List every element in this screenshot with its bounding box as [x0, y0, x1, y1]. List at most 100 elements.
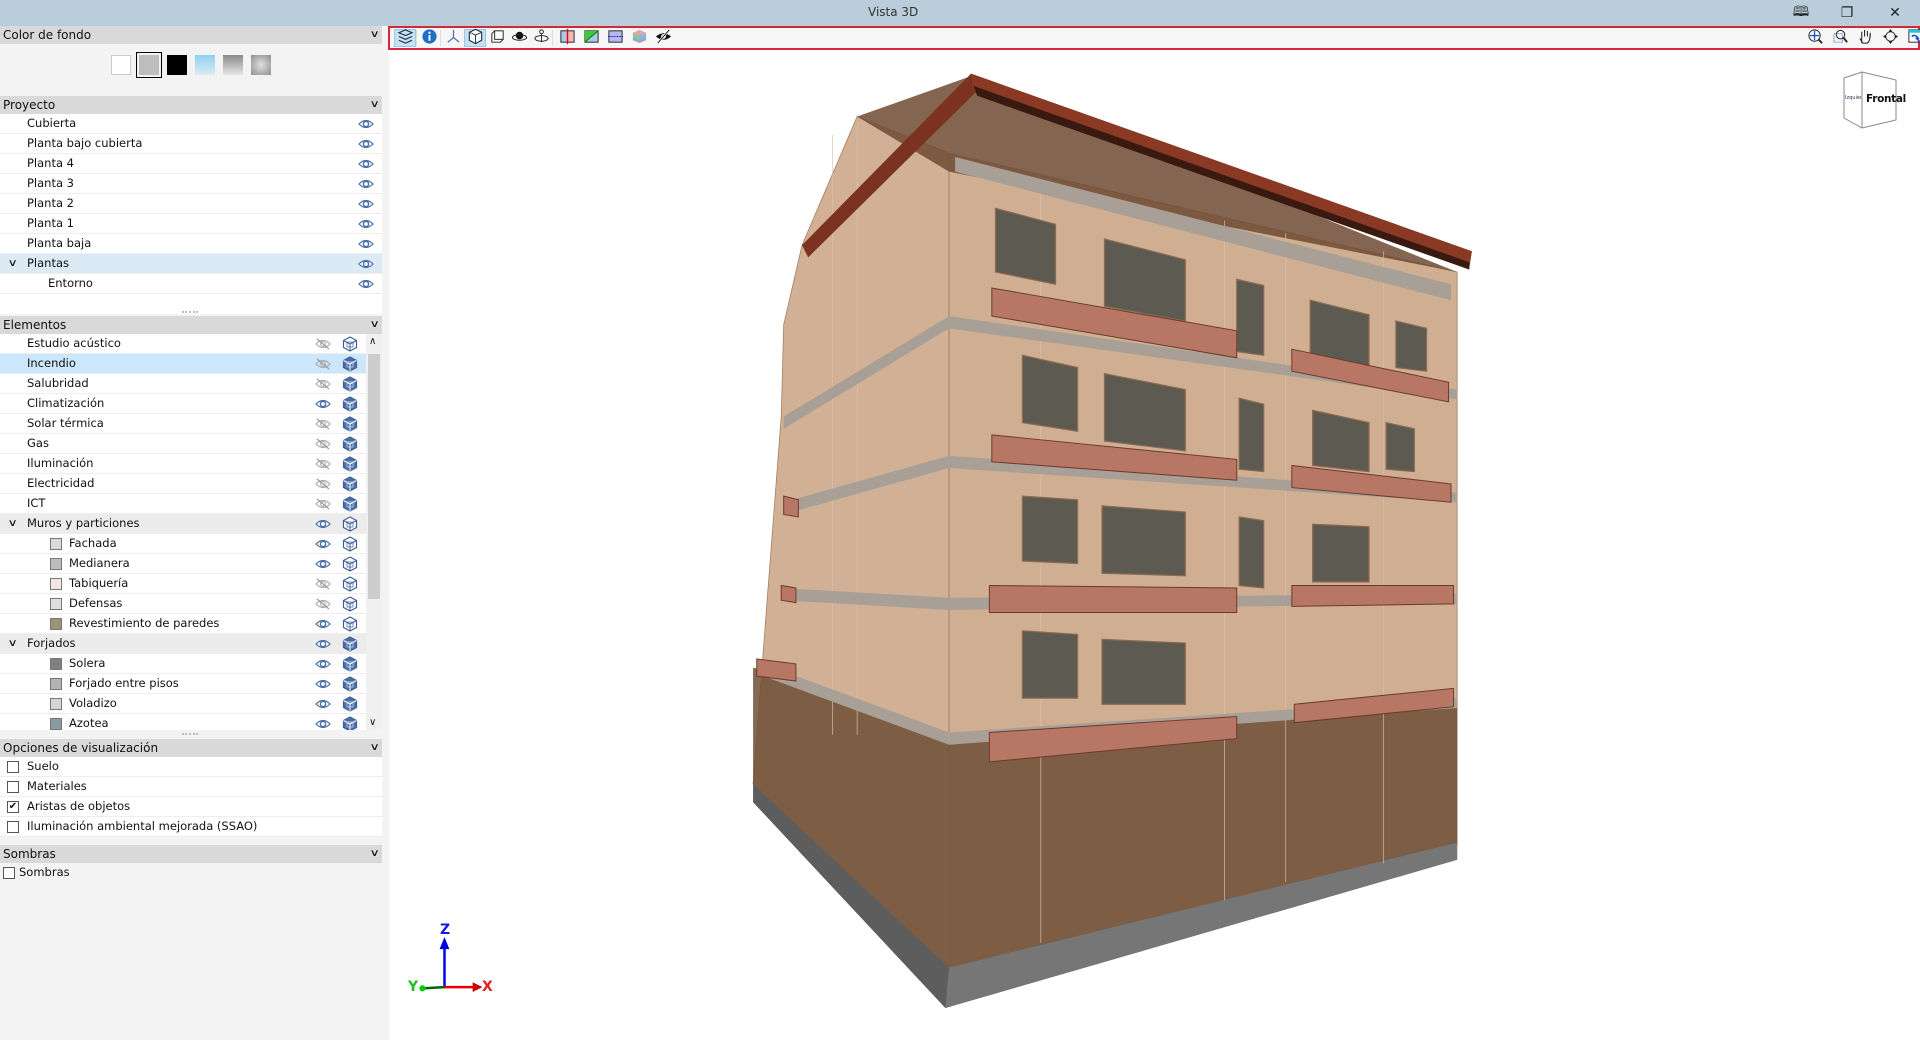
hide-button[interactable] [652, 29, 674, 47]
section-sombras[interactable]: Sombras ∨ [0, 845, 382, 863]
eye-icon[interactable] [315, 657, 331, 670]
cube-icon[interactable] [342, 556, 358, 572]
project-item-entorno[interactable]: Entorno [0, 274, 382, 294]
splitter-handle[interactable] [182, 311, 198, 315]
eye-icon[interactable] [315, 397, 331, 410]
option-sombras[interactable]: Sombras [0, 863, 382, 883]
eye-icon[interactable] [358, 277, 374, 290]
orbit-axis-button[interactable] [530, 29, 552, 47]
swatch-gray[interactable] [137, 53, 161, 77]
element-item-solera[interactable]: Solera [0, 654, 366, 674]
element-item-electricidad[interactable]: Electricidad [0, 474, 366, 494]
chevron-down-icon[interactable]: ∨ [369, 845, 379, 863]
cube-icon[interactable] [342, 576, 358, 592]
cube-icon[interactable] [342, 536, 358, 552]
element-item-forjados[interactable]: ∨ Forjados [0, 634, 366, 654]
chevron-down-icon[interactable]: ∨ [369, 96, 379, 114]
section-opciones[interactable]: Opciones de visualización ∨ [0, 739, 382, 757]
orbit-button[interactable] [1879, 28, 1901, 47]
scroll-down-icon[interactable]: ∨ [369, 717, 376, 728]
scrollbar-thumb[interactable] [368, 354, 380, 599]
eye-slash-icon[interactable] [315, 437, 331, 450]
eye-icon[interactable] [358, 177, 374, 190]
element-item-tabiqueria[interactable]: Tabiquería [0, 574, 366, 594]
cube-icon[interactable] [342, 396, 358, 412]
cube-icon[interactable] [342, 616, 358, 632]
element-item-climatizacion[interactable]: Climatización [0, 394, 366, 414]
swatch-white[interactable] [111, 55, 131, 75]
option-iluminacion-ambiental-mejorada-ssao[interactable]: Iluminación ambiental mejorada (SSAO) [0, 817, 382, 837]
zoom-window-button[interactable] [1829, 29, 1851, 47]
project-item-planta-3[interactable]: Planta 3 [0, 174, 382, 194]
project-item-planta-baja[interactable]: Planta baja [0, 234, 382, 254]
cube-icon[interactable] [342, 716, 358, 730]
checkbox[interactable] [7, 821, 19, 833]
zoom-extents-button[interactable] [1804, 29, 1826, 47]
checkbox[interactable] [3, 867, 15, 879]
cube-icon[interactable] [342, 656, 358, 672]
eye-slash-icon[interactable] [315, 457, 331, 470]
eye-slash-icon[interactable] [315, 357, 331, 370]
orbit-object-button[interactable] [508, 29, 530, 47]
eye-icon[interactable] [315, 537, 331, 550]
swatch-radial-gradient[interactable] [251, 55, 271, 75]
option-suelo[interactable]: Suelo [0, 757, 382, 777]
eye-icon[interactable] [315, 697, 331, 710]
section-horizontal-button[interactable] [604, 29, 626, 47]
cube-icon[interactable] [342, 676, 358, 692]
eye-icon[interactable] [315, 677, 331, 690]
section-elementos[interactable]: Elementos ∨ [0, 316, 382, 334]
project-item-planta-4[interactable]: Planta 4 [0, 154, 382, 174]
cube-icon[interactable] [342, 416, 358, 432]
eye-icon[interactable] [315, 717, 331, 730]
eye-icon[interactable] [358, 237, 374, 250]
box-rotate-button[interactable] [486, 29, 508, 47]
eye-icon[interactable] [315, 557, 331, 570]
splitter-handle[interactable] [182, 733, 198, 737]
element-item-medianera[interactable]: Medianera [0, 554, 366, 574]
element-item-azotea[interactable]: Azotea [0, 714, 366, 730]
option-materiales[interactable]: Materiales [0, 777, 382, 797]
checkbox[interactable] [7, 761, 19, 773]
element-item-solar-termica[interactable]: Solar térmica [0, 414, 366, 434]
eye-icon[interactable] [315, 637, 331, 650]
3d-viewport[interactable] [390, 50, 1920, 1040]
restore-icon[interactable]: ❐ [1834, 3, 1860, 23]
eye-icon[interactable] [358, 157, 374, 170]
eye-slash-icon[interactable] [315, 377, 331, 390]
element-item-muros-y-particiones[interactable]: ∨ Muros y particiones [0, 514, 366, 534]
chevron-down-icon[interactable]: ∨ [8, 254, 18, 273]
navigation-cube[interactable]: Frontal Izquierda [1840, 70, 1906, 130]
cube-icon[interactable] [342, 596, 358, 612]
swatch-sky-gradient[interactable] [195, 55, 215, 75]
project-item-cubierta[interactable]: Cubierta [0, 114, 382, 134]
cube-icon[interactable] [342, 496, 358, 512]
layers-button[interactable] [394, 29, 416, 47]
cube-icon[interactable] [342, 336, 358, 352]
cube-icon[interactable] [342, 376, 358, 392]
scroll-up-icon[interactable]: ∧ [369, 336, 376, 347]
section-diagonal-button[interactable] [580, 29, 602, 47]
element-item-ict[interactable]: ICT [0, 494, 366, 514]
project-item-planta-2[interactable]: Planta 2 [0, 194, 382, 214]
chevron-down-icon[interactable]: ∨ [369, 316, 379, 334]
eye-icon[interactable] [358, 117, 374, 130]
section-proyecto[interactable]: Proyecto ∨ [0, 96, 382, 114]
cube-icon[interactable] [342, 456, 358, 472]
project-item-planta-bajo-cubierta[interactable]: Planta bajo cubierta [0, 134, 382, 154]
section-x-button[interactable] [556, 28, 578, 47]
eye-slash-icon[interactable] [315, 577, 331, 590]
eye-icon[interactable] [358, 197, 374, 210]
eye-slash-icon[interactable] [315, 417, 331, 430]
element-item-voladizo[interactable]: Voladizo [0, 694, 366, 714]
eye-icon[interactable] [358, 137, 374, 150]
cube-icon[interactable] [342, 476, 358, 492]
elements-scrollbar[interactable]: ∧ ∨ [366, 334, 382, 730]
element-item-fachada[interactable]: Fachada [0, 534, 366, 554]
option-aristas-de-objetos[interactable]: ✔ Aristas de objetos [0, 797, 382, 817]
pan-button[interactable] [1854, 29, 1876, 47]
eye-icon[interactable] [315, 517, 331, 530]
chevron-down-icon[interactable]: ∨ [369, 739, 379, 757]
eye-slash-icon[interactable] [315, 497, 331, 510]
element-item-revestimiento-de-paredes[interactable]: Revestimiento de paredes [0, 614, 366, 634]
